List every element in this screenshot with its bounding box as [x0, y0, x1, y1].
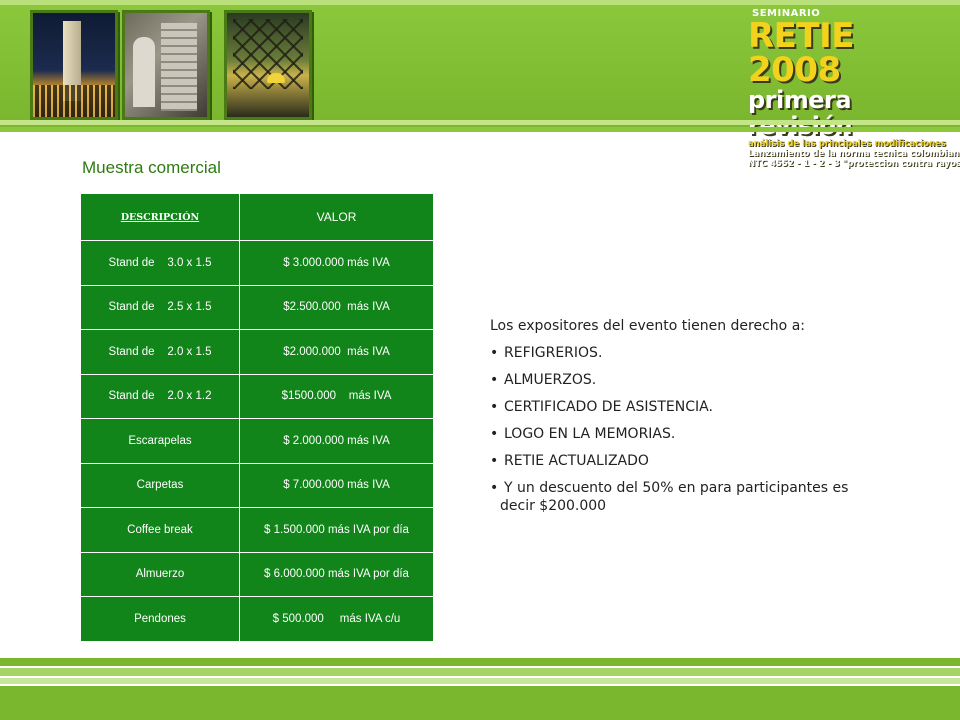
- footer-stripe-1: [0, 658, 960, 666]
- city-lights-shape: [33, 85, 115, 117]
- table-row: Stand de 3.0 x 1.5 $ 3.000.000 más IVA: [80, 240, 434, 286]
- list-item: • LOGO EN LA MEMORIAS.: [490, 425, 870, 443]
- cell-description: Pendones: [80, 596, 240, 642]
- logo-ntc-line: NTC 4552 - 1 - 2 - 3 "proteccion contra …: [748, 159, 960, 169]
- header-stripe-top: [0, 0, 960, 5]
- cell-value: $ 3.000.000 más IVA: [239, 240, 434, 286]
- list-item: • REFIGRERIOS.: [490, 344, 870, 362]
- table-row: Pendones $ 500.000 más IVA c/u: [80, 596, 434, 642]
- cell-description: Escarapelas: [80, 418, 240, 464]
- benefits-list: • REFIGRERIOS. • ALMUERZOS. • CERTIFICADO D…: [490, 344, 870, 515]
- column-header-description: DESCRIPCIÓN: [80, 193, 240, 241]
- worker-shape: [133, 37, 155, 107]
- cell-description: Stand de 2.0 x 1.2: [80, 373, 240, 419]
- list-item-text: LOGO EN LA MEMORIAS.: [504, 426, 676, 442]
- footer-band: [0, 686, 960, 720]
- cell-description: Almuerzo: [80, 551, 240, 597]
- table-header-row: DESCRIPCIÓN VALOR: [80, 193, 434, 241]
- list-item-discount: • Y un descuento del 50% en para particip…: [490, 479, 870, 515]
- table-row: Stand de 2.0 x 1.5 $2.000.000 más IVA: [80, 329, 434, 375]
- cell-value: $ 7.000.000 más IVA: [239, 462, 434, 508]
- table-row: Almuerzo $ 6.000.000 más IVA por día: [80, 551, 434, 597]
- cell-value: $ 6.000.000 más IVA por día: [239, 551, 434, 597]
- table-row: Stand de 2.5 x 1.5 $2.500.000 más IVA: [80, 284, 434, 330]
- logo-analysis-line: análisis de las principales modificacion…: [748, 139, 946, 149]
- cabinet-shape: [161, 23, 197, 111]
- cell-description: Carpetas: [80, 462, 240, 508]
- power-station-photo: [224, 10, 312, 120]
- logo-launch-line: Lanzamiento de la norma tecnica colombia…: [748, 149, 960, 159]
- header-stripe-bottom-light: [0, 120, 960, 125]
- cell-description: Stand de 3.0 x 1.5: [80, 240, 240, 286]
- benefits-intro: Los expositores del evento tienen derech…: [490, 318, 805, 334]
- list-item: • CERTIFICADO DE ASISTENCIA.: [490, 398, 870, 416]
- cell-description: Stand de 2.0 x 1.5: [80, 329, 240, 375]
- bullet-icon: •: [490, 399, 499, 415]
- footer-stripe-2: [0, 668, 960, 676]
- bullet-icon: •: [490, 453, 499, 469]
- electrical-cabinet-photo: [122, 10, 210, 120]
- table-row: Coffee break $ 1.500.000 más IVA por día: [80, 507, 434, 553]
- benefits-block: Los expositores del evento tienen derech…: [490, 318, 870, 524]
- list-item-text: CERTIFICADO DE ASISTENCIA.: [504, 399, 713, 415]
- list-item: • ALMUERZOS.: [490, 371, 870, 389]
- list-item: • RETIE ACTUALIZADO: [490, 452, 870, 470]
- table-row: Carpetas $ 7.000.000 más IVA: [80, 462, 434, 508]
- cell-value: $ 1.500.000 más IVA por día: [239, 507, 434, 553]
- bullet-icon: •: [490, 372, 499, 388]
- list-item-text: RETIE ACTUALIZADO: [504, 453, 649, 469]
- bullet-icon: •: [490, 426, 499, 442]
- table-row: Stand de 2.0 x 1.2 $1500.000 más IVA: [80, 373, 434, 419]
- cell-value: $ 2.000.000 más IVA: [239, 418, 434, 464]
- discount-text-line1: Y un descuento del 50% en para participa…: [504, 480, 849, 496]
- discount-text-line2: decir $200.000: [500, 498, 607, 514]
- seminar-logo: SEMINARIO RETIE 2008 primera revisión an…: [738, 8, 960, 169]
- bullet-icon: •: [490, 480, 499, 496]
- logo-title: RETIE 2008: [748, 16, 854, 90]
- list-item-text: ALMUERZOS.: [504, 372, 597, 388]
- cell-value: $2.000.000 más IVA: [239, 329, 434, 375]
- price-table: DESCRIPCIÓN VALOR Stand de 3.0 x 1.5 $ 3…: [80, 193, 434, 642]
- hardhat-shape: [267, 73, 285, 83]
- bullet-icon: •: [490, 345, 499, 361]
- table-row: Escarapelas $ 2.000.000 más IVA: [80, 418, 434, 464]
- footer-stripe-3: [0, 678, 960, 684]
- city-tower-photo: [30, 10, 118, 120]
- cell-description: Stand de 2.5 x 1.5: [80, 284, 240, 330]
- cell-value: $2.500.000 más IVA: [239, 284, 434, 330]
- list-item-text: REFIGRERIOS.: [504, 345, 603, 361]
- header-stripe-bottom: [0, 127, 960, 132]
- column-header-value: VALOR: [239, 193, 434, 241]
- section-title: Muestra comercial: [82, 158, 221, 177]
- cell-value: $1500.000 más IVA: [239, 373, 434, 419]
- header-banner: SEMINARIO RETIE 2008 primera revisión an…: [0, 0, 960, 169]
- cell-value: $ 500.000 más IVA c/u: [239, 596, 434, 642]
- cell-description: Coffee break: [80, 507, 240, 553]
